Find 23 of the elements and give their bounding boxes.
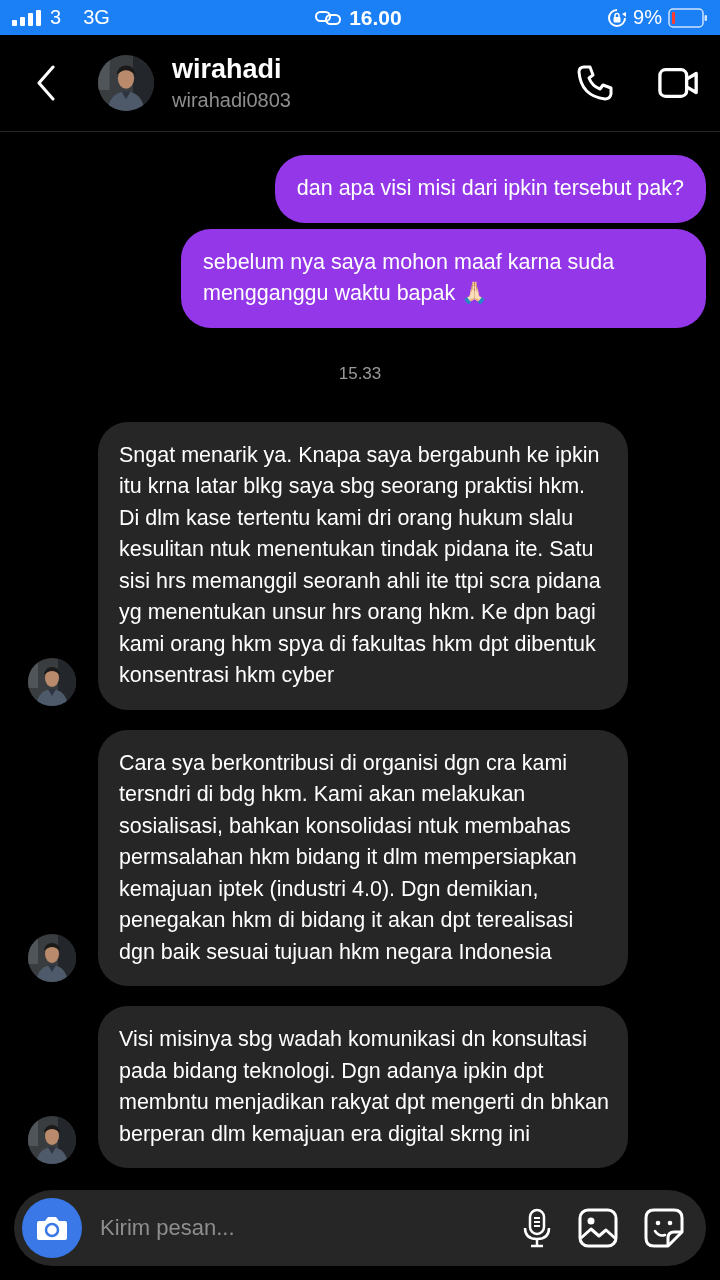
camera-icon	[36, 1215, 68, 1241]
network-label: 3G	[83, 6, 110, 29]
carrier-label: 3	[50, 6, 62, 29]
received-message: Cara sya berkontribusi di organisi dgn cra kami tersndri di bdg hkm. Kami akan melakukan sosialisasi, bahkan konsolidasi ntuk membahas permsalahan hkm bidang it dlm mempersiapkan kemajuan iptek (industri 4.0). Dgn demikian, penegakan hkm di bidang it akan dpt terealisasi dgn baik sesuai tujuan hkm negara Indonesia	[98, 729, 628, 986]
camera-button[interactable]	[22, 1198, 82, 1258]
clock-time: 16.00	[349, 5, 402, 30]
link-icon	[315, 10, 342, 25]
image-icon[interactable]	[578, 1208, 618, 1248]
message-input[interactable]: Kirim pesan...	[98, 1214, 496, 1242]
battery-icon	[668, 7, 708, 28]
battery-percent: 9%	[633, 6, 662, 29]
signal-icon	[12, 9, 42, 26]
microphone-icon[interactable]	[522, 1208, 552, 1248]
sent-message: dan apa visi misi dari ipkin tersebut pak?	[274, 155, 706, 223]
timestamp: 15.33	[337, 363, 383, 384]
contact-name: wirahadi	[172, 54, 283, 85]
rotation-lock-icon	[607, 7, 628, 28]
sticker-icon[interactable]	[644, 1208, 684, 1248]
contact-username: wirahadi0803	[172, 89, 292, 112]
back-icon[interactable]	[36, 65, 56, 101]
sent-message: sebelum nya saya mohon maaf karna suda mengganggu waktu bapak 🙏🏻	[181, 228, 706, 328]
received-message: Visi misinya sbg wadah komunikasi dn konsultasi pada bidang teknologi. Dgn adanya ipkin dpt membntu menjadikan rakyat dpt mengerti dn bhkan berperan dlm kemajuan era digital skrng ini	[98, 1006, 628, 1168]
received-message: Sngat menarik ya. Knapa saya bergabunh ke ipkin itu krna latar blkg saya sbg seorang praktisi hkm. Di dlm kase tertentu kami dri orang hukum slalu kesulitan ntuk menentukan tindak pidana ite. Satu sisi hrs memanggil seoranh ahli ite ttpi scra pidana yg menentukan unsur hrs orang hkm. Ke dpn bagi kami orang hkm spya di fakultas hkm dpt dibentuk konsentrasi hkm cyber	[98, 421, 628, 710]
